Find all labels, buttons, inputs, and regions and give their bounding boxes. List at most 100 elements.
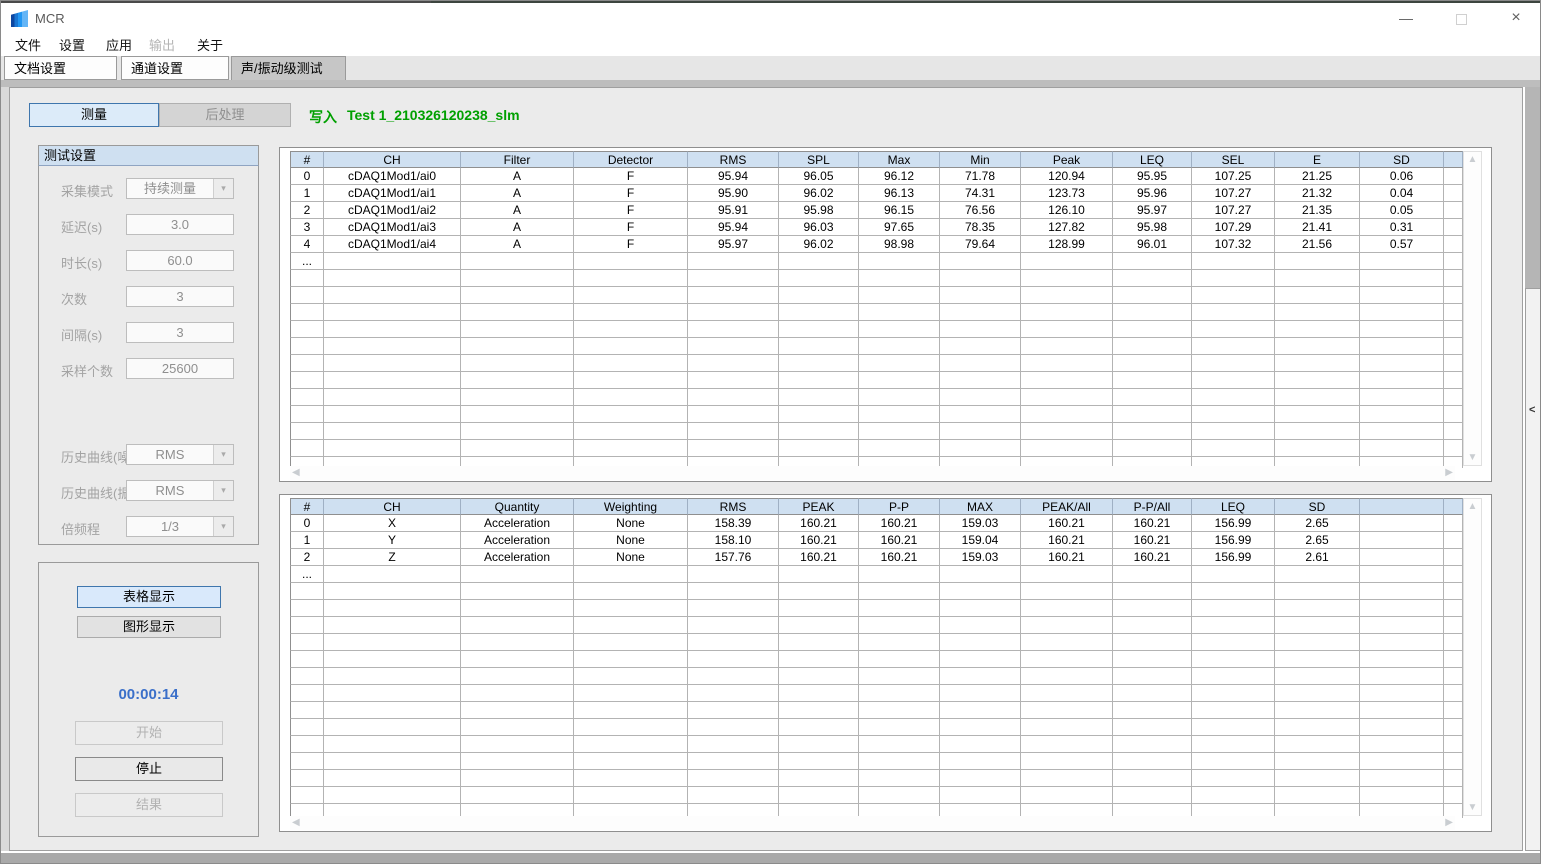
horizontal-scrollbar[interactable]: ◀▶	[290, 466, 1455, 480]
scroll-right-icon[interactable]: ▶	[1445, 467, 1453, 478]
table-cell	[461, 440, 574, 457]
table-cell	[940, 600, 1021, 617]
table-cell	[940, 736, 1021, 753]
scroll-up-icon[interactable]: ▲	[1464, 501, 1481, 512]
table-cell	[1021, 668, 1113, 685]
table-cell	[574, 304, 688, 321]
tab-document-settings[interactable]: 文档设置	[4, 56, 117, 80]
table-cell: 97.65	[859, 219, 940, 236]
menu-bar: 文件 设置 应用 输出 关于	[1, 33, 1541, 56]
menu-output[interactable]: 输出	[145, 36, 179, 55]
table-row[interactable]: 3cDAQ1Mod1/ai3AF95.9496.0397.6578.35127.…	[290, 219, 1465, 236]
scroll-right-icon[interactable]: ▶	[1445, 817, 1453, 828]
vertical-scrollbar[interactable]: ▲▼	[1463, 151, 1482, 466]
menu-settings[interactable]: 设置	[55, 36, 89, 55]
scroll-up-icon[interactable]: ▲	[1464, 154, 1481, 165]
table-cell	[1275, 583, 1360, 600]
maximize-button[interactable]	[1438, 3, 1484, 33]
table-cell	[779, 372, 859, 389]
table-cell: 98.98	[859, 236, 940, 253]
vertical-scrollbar[interactable]: ▲▼	[1463, 498, 1482, 816]
table-cell	[290, 389, 324, 406]
stop-button[interactable]: 停止	[75, 757, 223, 781]
table-empty-row	[290, 440, 1465, 457]
table-cell	[688, 304, 779, 321]
start-button[interactable]: 开始	[75, 721, 223, 745]
chevron-down-icon[interactable]: ▾	[213, 445, 233, 464]
table-cell	[1275, 770, 1360, 787]
table-cell	[1113, 440, 1192, 457]
table-row[interactable]: 2cDAQ1Mod1/ai2AF95.9195.9896.1576.56126.…	[290, 202, 1465, 219]
chevron-down-icon[interactable]: ▾	[213, 481, 233, 500]
side-splitter[interactable]: <	[1525, 288, 1541, 851]
tab-channel-settings[interactable]: 通道设置	[121, 56, 229, 80]
table-cell	[940, 355, 1021, 372]
table-cell: 0.57	[1360, 236, 1444, 253]
right-margin	[1525, 87, 1541, 288]
input-1[interactable]: 3.0	[126, 214, 234, 235]
table-cell	[574, 270, 688, 287]
table-cell	[940, 787, 1021, 804]
table-display-button[interactable]: 表格显示	[77, 586, 221, 608]
horizontal-scrollbar[interactable]: ◀▶	[290, 816, 1455, 830]
table-row[interactable]: 4cDAQ1Mod1/ai4AF95.9796.0298.9879.64128.…	[290, 236, 1465, 253]
table-cell: 160.21	[859, 532, 940, 549]
table-cell: 21.41	[1275, 219, 1360, 236]
table-cell	[1192, 634, 1275, 651]
graph-display-button[interactable]: 图形显示	[77, 616, 221, 638]
table-cell	[574, 753, 688, 770]
table-cell	[1360, 406, 1444, 423]
table-cell: 21.56	[1275, 236, 1360, 253]
table-empty-row	[290, 634, 1465, 651]
table-cell: 160.21	[1113, 549, 1192, 566]
table-cell	[1113, 304, 1192, 321]
test-settings-title: 测试设置	[38, 145, 259, 166]
measure-button[interactable]: 测量	[29, 103, 159, 127]
table-cell	[940, 719, 1021, 736]
table-cell	[290, 719, 324, 736]
scroll-left-icon[interactable]: ◀	[292, 817, 300, 828]
input-4[interactable]: 3	[126, 322, 234, 343]
close-button[interactable]: ×	[1493, 3, 1539, 33]
minimize-button[interactable]: —	[1383, 3, 1429, 33]
combo-0[interactable]: 持续测量▾	[126, 178, 234, 199]
scroll-left-icon[interactable]: ◀	[292, 467, 300, 478]
table-cell	[1113, 736, 1192, 753]
table-cell	[688, 634, 779, 651]
table-cell	[779, 338, 859, 355]
postprocess-button[interactable]: 后处理	[159, 103, 291, 127]
table-cell	[859, 253, 940, 270]
result-button[interactable]: 结果	[75, 793, 223, 817]
combo-7[interactable]: RMS▾	[126, 480, 234, 501]
table-cell	[1113, 651, 1192, 668]
input-5[interactable]: 25600	[126, 358, 234, 379]
input-3[interactable]: 3	[126, 286, 234, 307]
table-cell	[290, 304, 324, 321]
menu-application[interactable]: 应用	[102, 36, 136, 55]
table-cell	[859, 634, 940, 651]
menu-file[interactable]: 文件	[11, 36, 45, 55]
table-cell	[461, 389, 574, 406]
table-row[interactable]: 1cDAQ1Mod1/ai1AF95.9096.0296.1374.31123.…	[290, 185, 1465, 202]
chevron-down-icon[interactable]: ▾	[213, 179, 233, 198]
table-row[interactable]: 1YAccelerationNone158.10160.21160.21159.…	[290, 532, 1465, 549]
scroll-down-icon[interactable]: ▼	[1464, 452, 1481, 463]
table-cell: 95.96	[1113, 185, 1192, 202]
chevron-down-icon[interactable]: ▾	[213, 517, 233, 536]
table-row[interactable]: 2ZAccelerationNone157.76160.21160.21159.…	[290, 549, 1465, 566]
table-cell: 78.35	[940, 219, 1021, 236]
table-row[interactable]: 0cDAQ1Mod1/ai0AF95.9496.0596.1271.78120.…	[290, 168, 1465, 185]
table-cell	[1192, 389, 1275, 406]
scroll-down-icon[interactable]: ▼	[1464, 802, 1481, 813]
table-row[interactable]: 0XAccelerationNone158.39160.21160.21159.…	[290, 515, 1465, 532]
table-cell	[1444, 617, 1463, 634]
combo-8[interactable]: 1/3▾	[126, 516, 234, 537]
collapse-panel-icon[interactable]: <	[1529, 404, 1535, 416]
table-cell	[461, 423, 574, 440]
table-cell: 96.02	[779, 236, 859, 253]
combo-6[interactable]: RMS▾	[126, 444, 234, 465]
input-2[interactable]: 60.0	[126, 250, 234, 271]
menu-about[interactable]: 关于	[193, 36, 227, 55]
table-cell: F	[574, 236, 688, 253]
table-cell: cDAQ1Mod1/ai2	[324, 202, 461, 219]
